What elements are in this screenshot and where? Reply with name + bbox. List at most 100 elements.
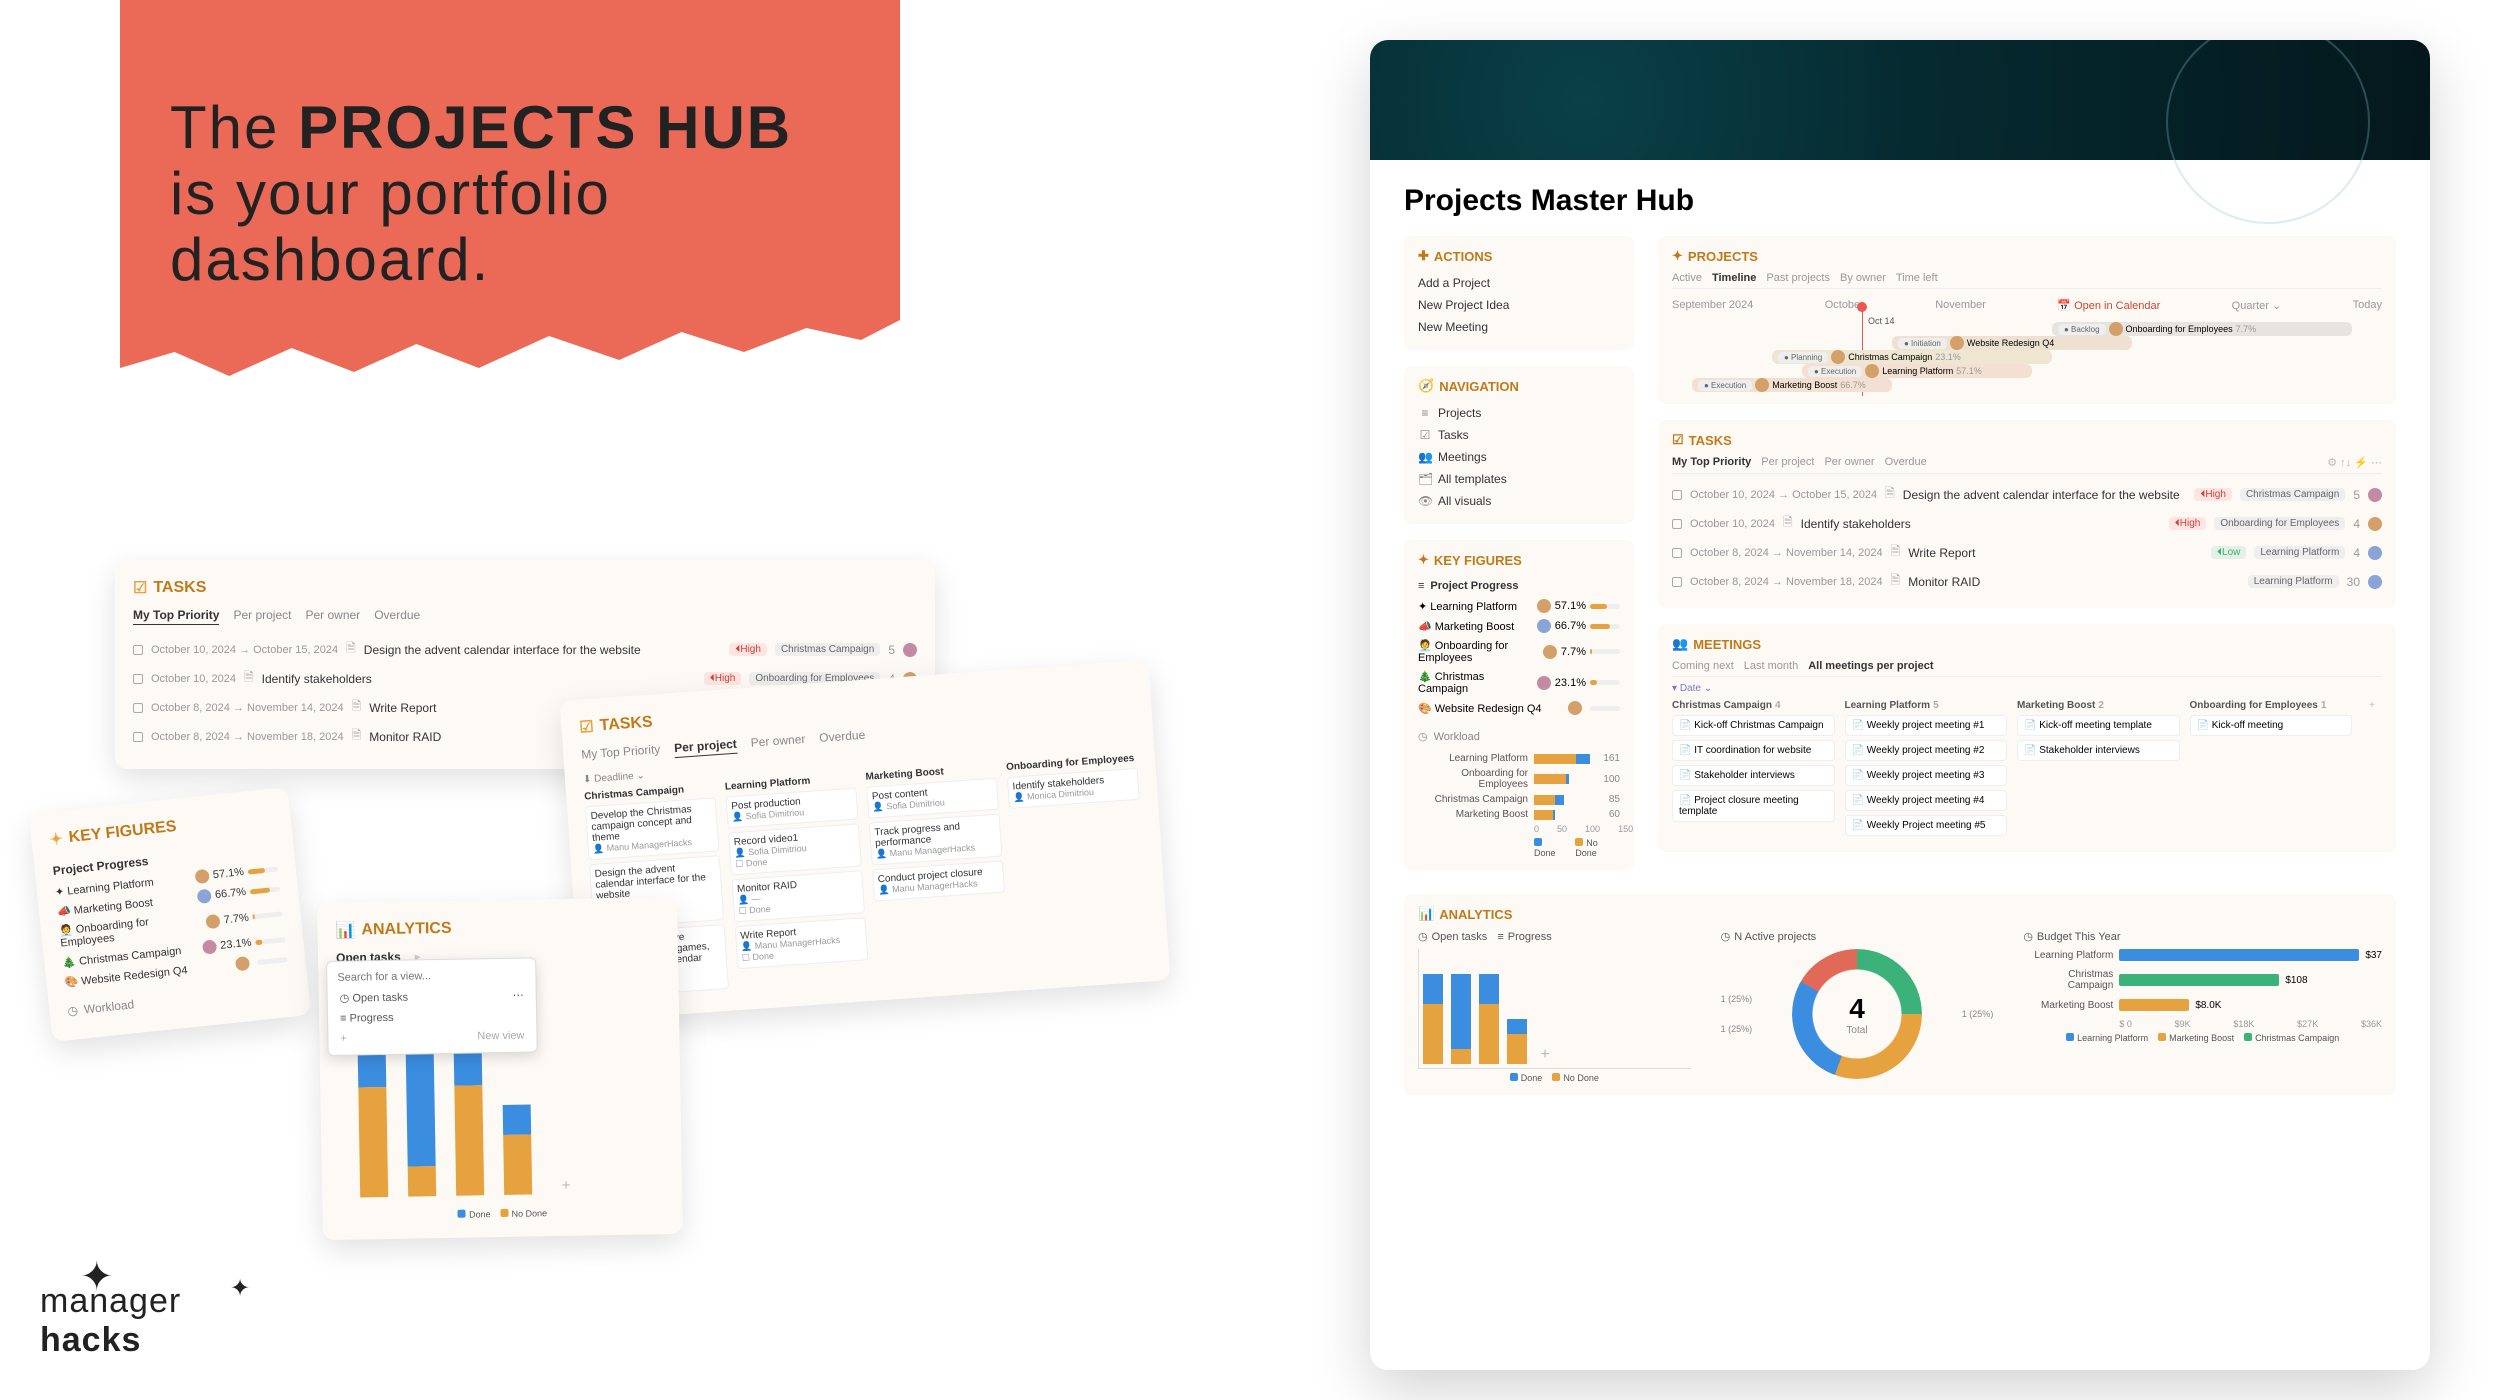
tab-ov[interactable]: Overdue — [819, 728, 866, 748]
analytics-view-dropdown[interactable]: ◷ Open tasks⋯ ≡ Progress + New view — [326, 957, 538, 1056]
meeting-card[interactable]: 📄 Weekly project meeting #4 — [1845, 790, 2008, 811]
page-cover — [1370, 40, 2430, 160]
keyfigure-row[interactable]: 🎄 Christmas Campaign 23.1% — [1418, 667, 1620, 698]
filter-icon[interactable]: ⚙ ↑↓ ⚡ ⋯ — [2327, 456, 2382, 469]
task-row[interactable]: October 8, 2024 → November 18, 2024 🗎 Mo… — [1672, 567, 2382, 596]
meeting-card[interactable]: 📄 Kick-off meeting — [2190, 715, 2353, 736]
nav-item[interactable]: 👥Meetings — [1418, 446, 1620, 468]
keyfigure-row[interactable]: 🎨 Website Redesign Q4 — [1418, 698, 1620, 718]
checkbox-icon[interactable] — [1672, 548, 1682, 558]
add-column[interactable]: + — [2362, 700, 2382, 840]
board-card[interactable]: Record video1👤 Sofia Dimitriou☐ Done — [728, 823, 862, 875]
meeting-card[interactable]: 📄 Weekly Project meeting #5 — [1845, 815, 2008, 836]
board-card[interactable]: Monitor RAID👤 —☐ Done — [731, 870, 865, 922]
dropdown-search[interactable] — [333, 964, 529, 987]
tab-po[interactable]: Per owner — [750, 732, 806, 753]
meeting-card[interactable]: 📄 Weekly project meeting #3 — [1845, 765, 2008, 786]
task-row[interactable]: October 10, 2024 → October 15, 2024 🗎 De… — [133, 635, 917, 664]
people-icon: 👥 — [1672, 636, 1688, 652]
timeline[interactable]: Oct 14 ● Backlog Onboarding for Employee… — [1672, 322, 2382, 392]
board-card[interactable]: Write Report👤 Manu ManagerHacks☐ Done — [735, 917, 869, 969]
nav-item[interactable]: 🗂All templates — [1418, 468, 1620, 490]
notion-page-frame: Projects Master Hub ✚ACTIONS Add a Proje… — [1370, 40, 2430, 1370]
avatar — [903, 643, 917, 657]
action-item[interactable]: New Project Idea — [1418, 294, 1620, 316]
tab-by-owner[interactable]: By owner — [1840, 272, 1886, 284]
tab-mtp[interactable]: My Top Priority — [581, 742, 661, 764]
task-row[interactable]: October 10, 2024 → October 15, 2024 🗎 De… — [1672, 480, 2382, 509]
tab[interactable]: My Top Priority — [1672, 456, 1751, 469]
checkbox-icon[interactable] — [133, 703, 143, 713]
tab-time-left[interactable]: Time left — [1896, 272, 1938, 284]
budget-row: Marketing Boost $8.0K — [2023, 999, 2382, 1011]
meeting-card[interactable]: 📄 Weekly project meeting #2 — [1845, 740, 2008, 761]
meeting-card[interactable]: 📄 Kick-off meeting template — [2017, 715, 2180, 736]
avatar — [2368, 546, 2382, 560]
tab[interactable]: All meetings per project — [1808, 660, 1933, 672]
budget-row: Learning Platform $37 — [2023, 949, 2382, 961]
nav-item[interactable]: ☑Tasks — [1418, 424, 1620, 446]
meeting-card[interactable]: 📄 IT coordination for website — [1672, 740, 1835, 761]
keyfigure-row[interactable]: ✦ Learning Platform 57.1% — [1418, 596, 1620, 616]
task-row[interactable]: October 10, 2024 🗎 Identify stakeholders… — [1672, 509, 2382, 538]
checkbox-icon[interactable] — [1672, 519, 1682, 529]
tab[interactable]: Coming next — [1672, 660, 1734, 672]
board-card[interactable]: Identify stakeholders👤 Monica Dimitriou — [1007, 768, 1140, 809]
checkbox-icon[interactable] — [133, 674, 143, 684]
kf-workload-right[interactable]: ◷ Workload — [1418, 726, 1620, 747]
timeline-bar[interactable]: ● Planning Christmas Campaign 23.1% — [1772, 350, 2052, 364]
meeting-card[interactable]: 📄 Stakeholder interviews — [2017, 740, 2180, 761]
tab[interactable]: Per project — [1761, 456, 1814, 469]
tab-past-projects[interactable]: Past projects — [1766, 272, 1830, 284]
checkbox-icon[interactable] — [1672, 577, 1682, 587]
tab-pp[interactable]: Per project — [674, 737, 738, 758]
meeting-card[interactable]: 📄 Stakeholder interviews — [1672, 765, 1835, 786]
tab-overdue[interactable]: Overdue — [374, 608, 420, 625]
keyfigure-row[interactable]: 🧑‍💼 Onboarding for Employees 7.7% — [1418, 636, 1620, 667]
timeline-bar[interactable]: ● Backlog Onboarding for Employees 7.7% — [2052, 322, 2352, 336]
nav-item[interactable]: 👁All visuals — [1418, 490, 1620, 512]
headline-bold: PROJECTS HUB — [298, 94, 792, 161]
open-calendar-link[interactable]: 📅 Open in Calendar — [2057, 299, 2160, 312]
tab-my-top-priority[interactable]: My Top Priority — [133, 608, 219, 625]
checkbox-icon[interactable] — [1672, 490, 1682, 500]
action-item[interactable]: New Meeting — [1418, 316, 1620, 338]
board-card[interactable]: Conduct project closure👤 Manu ManagerHac… — [872, 860, 1005, 901]
board-card[interactable]: Post production👤 Sofia Dimitriou — [726, 787, 859, 828]
kanban-column: Learning Platform 5 📄 Weekly project mee… — [1845, 700, 2008, 840]
tab[interactable]: Last month — [1744, 660, 1798, 672]
checkbox-icon[interactable] — [133, 645, 143, 655]
meeting-card[interactable]: 📄 Project closure meeting template — [1672, 790, 1835, 822]
plus-icon: ✚ — [1418, 248, 1429, 264]
tab[interactable]: Overdue — [1885, 456, 1927, 469]
quarter-select[interactable]: Quarter ⌄ — [2232, 299, 2282, 312]
checkbox-icon[interactable] — [133, 732, 143, 742]
meeting-card[interactable]: 📄 Weekly project meeting #1 — [1845, 715, 2008, 736]
checkbox-icon: ☑ — [1672, 432, 1684, 448]
tab-active[interactable]: Active — [1672, 272, 1702, 284]
timeline-bar[interactable]: ● Execution Learning Platform 57.1% — [1802, 364, 2032, 378]
tab-per-owner[interactable]: Per owner — [305, 608, 360, 625]
meetings-sort[interactable]: ▾ Date ⌄ — [1672, 683, 2382, 694]
nav-item[interactable]: ≡Projects — [1418, 402, 1620, 424]
page-icon: 🗎 — [352, 726, 362, 747]
meeting-card[interactable]: 📄 Kick-off Christmas Campaign — [1672, 715, 1835, 736]
dd-new-view[interactable]: + New view — [334, 1025, 530, 1048]
active-projects-chart: ◷ N Active projects 1 (25%) 1 (25%) 4Tot… — [1721, 930, 1994, 1083]
board-card[interactable]: Post content👤 Sofia Dimitriou — [866, 778, 999, 819]
workload-row: Marketing Boost 60 — [1418, 809, 1620, 820]
board-card[interactable]: Track progress and performance👤 Manu Man… — [869, 814, 1003, 866]
timeline-bar[interactable]: ● Execution Marketing Boost 66.7% — [1692, 378, 1892, 392]
today-button[interactable]: Today — [2353, 299, 2382, 312]
keyfigure-row[interactable]: 📣 Marketing Boost 66.7% — [1418, 616, 1620, 636]
tab[interactable]: Per owner — [1824, 456, 1874, 469]
tab-per-project[interactable]: Per project — [233, 608, 291, 625]
task-row[interactable]: October 8, 2024 → November 14, 2024 🗎 Wr… — [1672, 538, 2382, 567]
timeline-bar[interactable]: ● Initiation Website Redesign Q4 — [1892, 336, 2132, 350]
board-card[interactable]: Develop the Christmas campaign concept a… — [585, 797, 719, 860]
checkbox-icon: ☑ — [579, 717, 595, 738]
action-item[interactable]: Add a Project — [1418, 272, 1620, 294]
page-icon: 🗎 — [352, 697, 362, 718]
tab-timeline[interactable]: Timeline — [1712, 272, 1756, 284]
workload-row: Onboarding for Employees 100 — [1418, 768, 1620, 790]
